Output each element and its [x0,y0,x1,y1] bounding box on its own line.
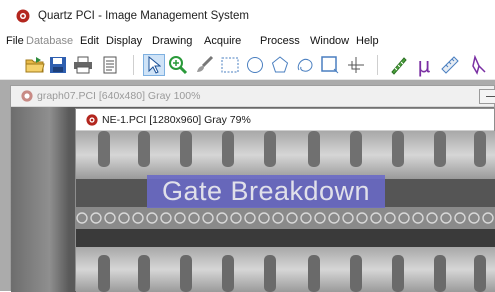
app-logo-icon [16,9,30,23]
title-bar: Quartz PCI - Image Management System [0,0,495,32]
menu-help[interactable]: Help [356,35,379,47]
save-disk-icon[interactable] [47,54,69,76]
menu-acquire[interactable]: Acquire [204,35,241,47]
print-icon[interactable] [72,54,94,76]
dashed-rectangle-icon[interactable] [319,54,341,76]
front-window-titlebar[interactable]: NE-1.PCI [1280x960] Gray 79% [76,109,494,131]
annotation-label[interactable]: Gate Breakdown [147,175,385,208]
rectangle-select-icon[interactable] [219,54,241,76]
zoom-icon[interactable] [167,54,189,76]
measure-icon[interactable] [388,54,410,76]
pointer-arrow-icon[interactable] [143,54,165,76]
menu-drawing[interactable]: Drawing [152,35,192,47]
back-window-title: graph07.PCI [640x480] Gray 100% [37,90,201,102]
window-title: Quartz PCI - Image Management System [38,10,249,22]
freehand-select-icon[interactable] [294,54,316,76]
app-logo-icon [21,90,33,102]
open-folder-icon[interactable] [24,54,46,76]
menu-file[interactable]: File [6,35,24,47]
sem-image-canvas [76,131,495,292]
circle-select-icon[interactable] [244,54,266,76]
menu-bar: File Database Edit Display Drawing Acqui… [0,32,495,49]
menu-database[interactable]: Database [26,35,73,47]
crosshair-icon[interactable] [345,54,367,76]
document-icon[interactable] [99,54,121,76]
scale-icon[interactable] [467,54,489,76]
minimize-button[interactable] [479,89,495,104]
back-window-titlebar[interactable]: graph07.PCI [640x480] Gray 100% [11,86,495,107]
micron-icon[interactable]: μ [413,54,435,76]
polygon-select-icon[interactable] [269,54,291,76]
menu-process[interactable]: Process [260,35,300,47]
menu-display[interactable]: Display [106,35,142,47]
app-logo-icon [86,114,98,126]
menu-window[interactable]: Window [310,35,349,47]
brush-icon[interactable] [193,54,215,76]
sem-image[interactable] [76,131,495,292]
annotation-text: Gate Breakdown [161,176,371,206]
micron-label: μ [417,53,431,77]
toolbar: μ [0,49,495,80]
menu-edit[interactable]: Edit [80,35,99,47]
ruler-icon[interactable] [439,54,461,76]
front-window-title: NE-1.PCI [1280x960] Gray 79% [102,114,251,126]
